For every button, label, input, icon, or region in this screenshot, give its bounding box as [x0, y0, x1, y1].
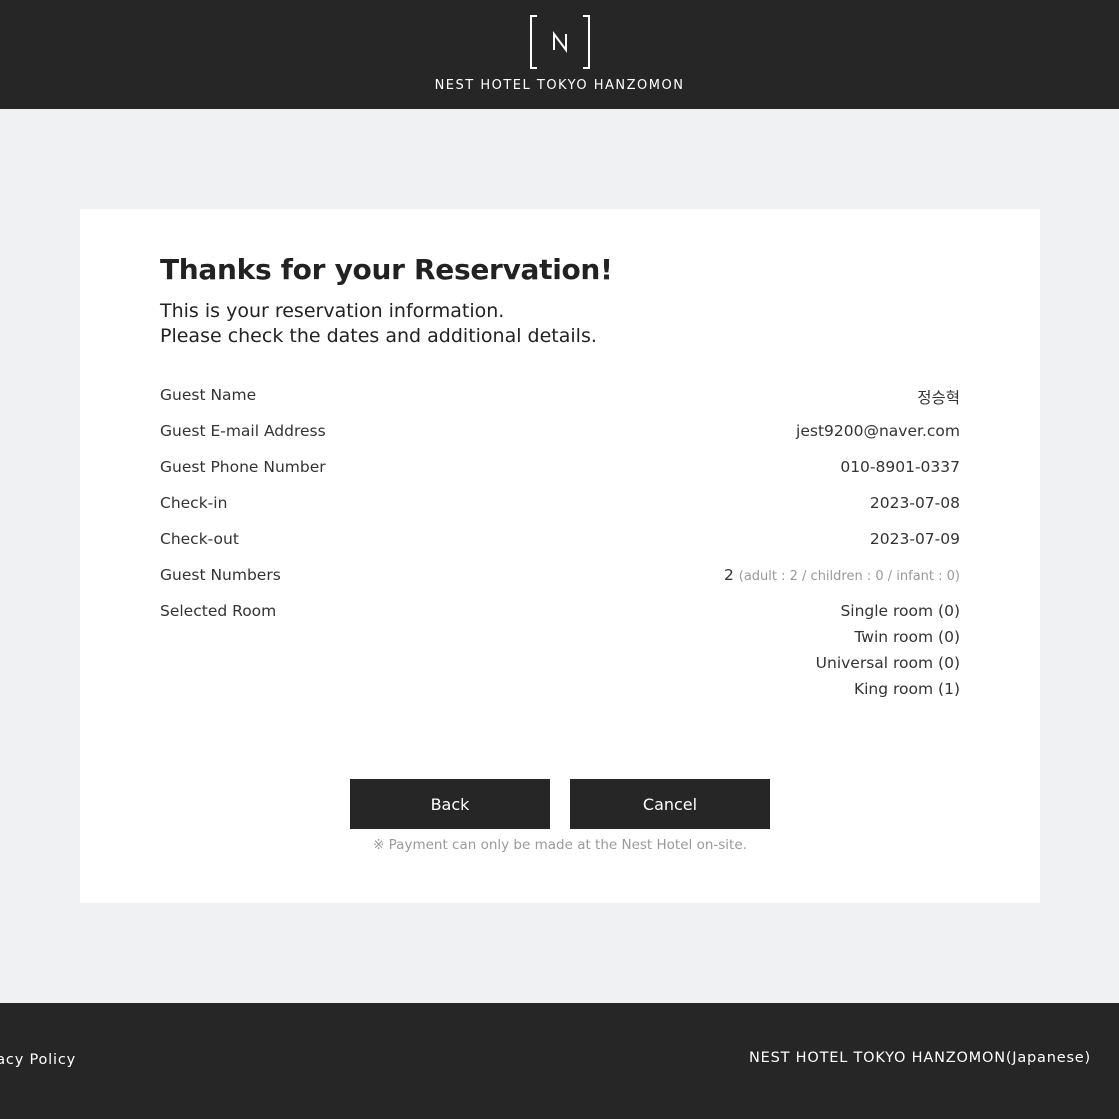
site-header: NEST HOTEL TOKYO HANZOMON — [0, 0, 1119, 109]
brand-title[interactable]: NEST HOTEL TOKYO HANZOMON — [0, 78, 1119, 93]
reservation-card: Thanks for your Reservation! This is you… — [80, 209, 1040, 903]
checkout-label: Check-out — [160, 530, 239, 548]
guest-name-label: Guest Name — [160, 386, 257, 404]
phone-label: Guest Phone Number — [160, 458, 326, 476]
phone-value: 010-8901-0337 — [840, 458, 960, 476]
site-footer: acy Policy NEST HOTEL TOKYO HANZOMON(Jap… — [0, 1003, 1119, 1119]
japanese-site-link[interactable]: NEST HOTEL TOKYO HANZOMON(Japanese) — [749, 1050, 1091, 1066]
room-item-single: Single room (0) — [840, 602, 960, 620]
guest-name-value: 정승혁 — [917, 389, 960, 407]
rooms-list: Single room (0) Twin room (0) Universal … — [816, 602, 960, 706]
privacy-policy-link[interactable]: acy Policy — [0, 1052, 76, 1068]
checkout-value: 2023-07-09 — [869, 530, 960, 548]
intro-text: This is your reservation information. Pl… — [160, 299, 597, 349]
intro-line-1: This is your reservation information. — [160, 300, 505, 322]
intro-line-2: Please check the dates and additional de… — [160, 325, 597, 347]
rooms-label: Selected Room — [160, 602, 277, 620]
cancel-button[interactable]: Cancel — [570, 779, 770, 829]
guests-breakdown: (adult : 2 / children : 0 / infant : 0) — [738, 569, 960, 584]
email-label: Guest E-mail Address — [160, 422, 326, 440]
room-item-king: King room (1) — [853, 680, 960, 698]
checkin-label: Check-in — [160, 494, 228, 512]
nest-logo-icon[interactable] — [529, 14, 591, 70]
room-item-universal: Universal room (0) — [815, 654, 960, 672]
checkin-value: 2023-07-08 — [869, 494, 960, 512]
back-button[interactable]: Back — [350, 779, 550, 829]
payment-note: ※ Payment can only be made at the Nest H… — [373, 837, 747, 853]
guests-label: Guest Numbers — [160, 566, 281, 584]
email-value: jest9200@naver.com — [796, 422, 960, 440]
room-item-twin: Twin room (0) — [854, 628, 960, 646]
guests-total: 2 — [723, 566, 734, 584]
page-title: Thanks for your Reservation! — [160, 253, 613, 286]
guests-value: 2 (adult : 2 / children : 0 / infant : 0… — [724, 566, 960, 584]
